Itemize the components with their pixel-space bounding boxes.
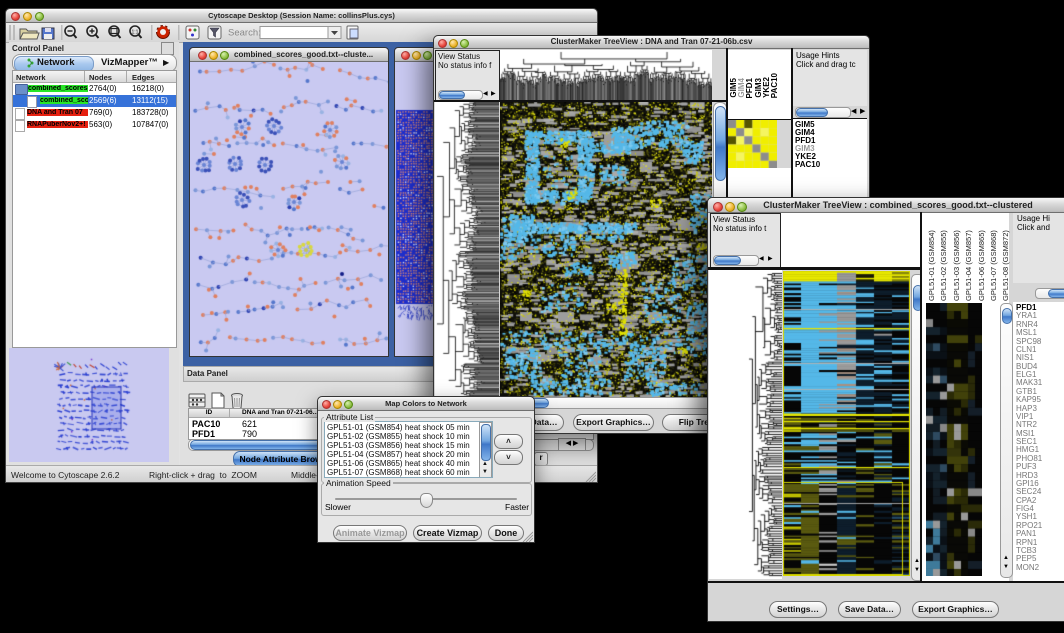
svg-text:Search:: Search: [228, 28, 261, 39]
svg-text:1:1: 1:1 [132, 30, 139, 36]
